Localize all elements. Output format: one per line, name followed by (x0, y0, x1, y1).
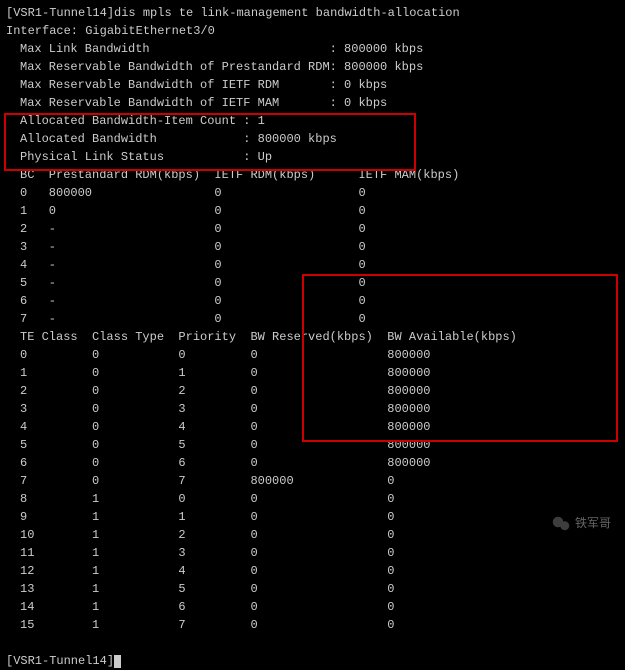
te-row: 15 1 7 0 0 (6, 616, 619, 634)
watermark: 铁军哥 (552, 514, 611, 532)
bc-header-row: BC Prestandard RDM(kbps) IETF RDM(kbps) … (6, 166, 619, 184)
header-row: Physical Link Status : Up (6, 148, 619, 166)
te-row: 10 1 2 0 0 (6, 526, 619, 544)
prompt-line: [VSR1-Tunnel14] (6, 652, 619, 670)
prompt: [VSR1-Tunnel14] (6, 654, 114, 668)
te-row: 5 0 5 0 800000 (6, 436, 619, 454)
header-row: Max Reservable Bandwidth of IETF RDM : 0… (6, 76, 619, 94)
watermark-text: 铁军哥 (575, 514, 611, 532)
bc-row: 5 - 0 0 (6, 274, 619, 292)
bc-row: 6 - 0 0 (6, 292, 619, 310)
header-row: Max Reservable Bandwidth of Prestandard … (6, 58, 619, 76)
bc-row: 7 - 0 0 (6, 310, 619, 328)
te-row: 11 1 3 0 0 (6, 544, 619, 562)
header-row: Allocated Bandwidth : 800000 kbps (6, 130, 619, 148)
command-text: dis mpls te link-management bandwidth-al… (114, 6, 460, 20)
cursor (114, 655, 121, 668)
te-row: 12 1 4 0 0 (6, 562, 619, 580)
header-info-block: Max Link Bandwidth : 800000 kbpsMax Rese… (6, 40, 619, 166)
bc-row: 0 800000 0 0 (6, 184, 619, 202)
bc-row: 2 - 0 0 (6, 220, 619, 238)
bc-row: 3 - 0 0 (6, 238, 619, 256)
te-row: 14 1 6 0 0 (6, 598, 619, 616)
header-row: Max Reservable Bandwidth of IETF MAM : 0… (6, 94, 619, 112)
te-row: 7 0 7 800000 0 (6, 472, 619, 490)
te-row: 0 0 0 0 800000 (6, 346, 619, 364)
header-row: Max Link Bandwidth : 800000 kbps (6, 40, 619, 58)
terminal-output[interactable]: [VSR1-Tunnel14]dis mpls te link-manageme… (6, 4, 619, 670)
command-line: [VSR1-Tunnel14]dis mpls te link-manageme… (6, 4, 619, 22)
te-row: 2 0 2 0 800000 (6, 382, 619, 400)
te-row: 9 1 1 0 0 (6, 508, 619, 526)
prompt: [VSR1-Tunnel14] (6, 6, 114, 20)
te-row: 1 0 1 0 800000 (6, 364, 619, 382)
bc-row: 4 - 0 0 (6, 256, 619, 274)
bc-row: 1 0 0 0 (6, 202, 619, 220)
te-row: 3 0 3 0 800000 (6, 400, 619, 418)
te-row: 4 0 4 0 800000 (6, 418, 619, 436)
wechat-icon (552, 516, 570, 531)
bc-table: BC Prestandard RDM(kbps) IETF RDM(kbps) … (6, 166, 619, 328)
te-row: 6 0 6 0 800000 (6, 454, 619, 472)
te-header-row: TE Class Class Type Priority BW Reserved… (6, 328, 619, 346)
te-row: 8 1 0 0 0 (6, 490, 619, 508)
blank-line (6, 634, 619, 652)
te-class-table: TE Class Class Type Priority BW Reserved… (6, 328, 619, 634)
header-row: Allocated Bandwidth-Item Count : 1 (6, 112, 619, 130)
interface-line: Interface: GigabitEthernet3/0 (6, 22, 619, 40)
te-row: 13 1 5 0 0 (6, 580, 619, 598)
